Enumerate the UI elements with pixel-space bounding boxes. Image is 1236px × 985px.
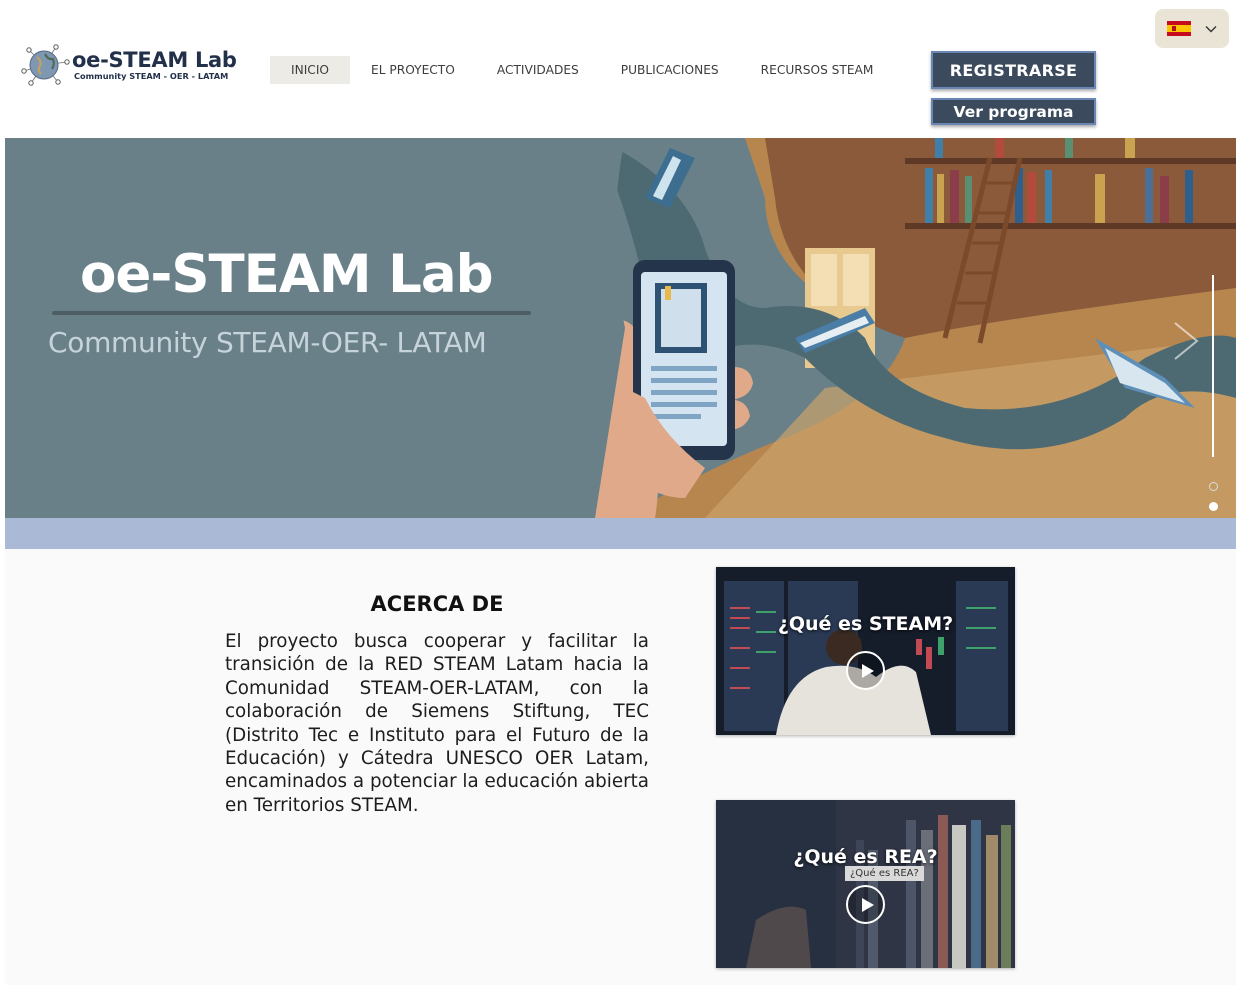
nav-item-publicaciones[interactable]: PUBLICACIONES — [600, 56, 740, 84]
site-header: oe-STEAM Lab Community STEAM - OER - LAT… — [0, 0, 1236, 138]
play-icon[interactable] — [846, 651, 885, 690]
play-icon[interactable] — [846, 885, 885, 924]
site-logo[interactable]: oe-STEAM Lab Community STEAM - OER - LAT… — [20, 42, 260, 88]
hero-title: oe-STEAM Lab — [80, 244, 494, 305]
nav-item-actividades[interactable]: ACTIVIDADES — [476, 56, 600, 84]
hero-slider: oe-STEAM Lab Community STEAM-OER- LATAM — [5, 138, 1236, 518]
hero-progress-line — [1212, 275, 1214, 457]
video-title-steam: ¿Qué es STEAM? — [777, 613, 954, 635]
video-title-rea: ¿Qué es REA? — [793, 846, 938, 868]
language-selector[interactable] — [1155, 9, 1229, 48]
register-button[interactable]: REGISTRARSE — [931, 51, 1096, 89]
main-nav: INICIO EL PROYECTO ACTIVIDADES PUBLICACI… — [270, 56, 894, 84]
slide-dot-2[interactable] — [1209, 502, 1218, 511]
hero-subtitle: Community STEAM-OER- LATAM — [48, 326, 487, 359]
video-thumbnail-rea — [716, 800, 1015, 968]
video-que-es-steam[interactable]: ¿Qué es STEAM? — [716, 567, 1015, 735]
chevron-down-icon — [1205, 25, 1217, 32]
view-program-button[interactable]: Ver programa — [931, 98, 1096, 125]
spain-flag-icon — [1167, 21, 1191, 36]
globe-network-icon — [20, 42, 70, 88]
video-que-es-rea[interactable]: ¿Qué es REA? ¿Qué es REA? — [716, 800, 1015, 968]
video-tooltip: ¿Qué es REA? — [845, 866, 924, 881]
nav-item-inicio[interactable]: INICIO — [270, 56, 351, 84]
slide-dot-1[interactable] — [1209, 482, 1218, 491]
about-title: ACERCA DE — [370, 592, 504, 616]
nav-item-el-proyecto[interactable]: EL PROYECTO — [350, 56, 476, 84]
nav-item-recursos-steam[interactable]: RECURSOS STEAM — [740, 56, 895, 84]
logo-subtitle: Community STEAM - OER - LATAM — [74, 70, 229, 81]
logo-title: oe-STEAM Lab — [72, 47, 237, 72]
hero-divider — [52, 311, 531, 315]
hero-bottom-strip — [5, 518, 1236, 549]
about-text: El proyecto busca cooperar y facilitar l… — [225, 631, 649, 816]
